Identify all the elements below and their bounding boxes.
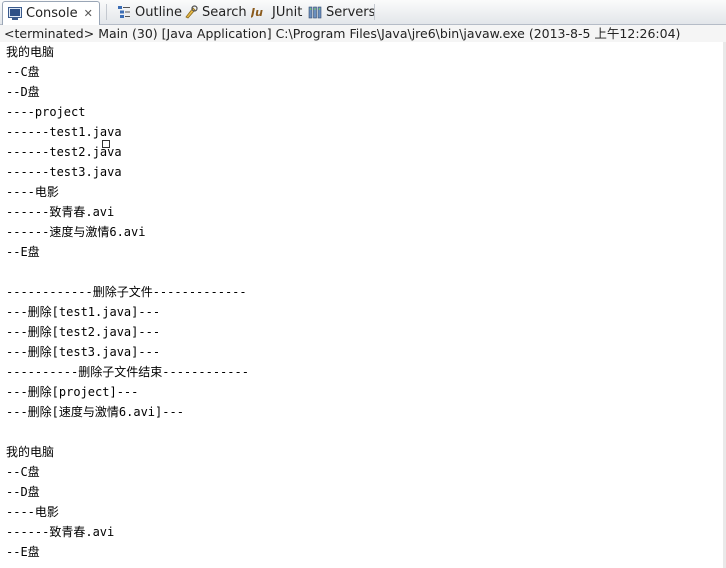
console-line: --C盘	[6, 465, 40, 479]
tab-servers-label: Servers	[326, 4, 376, 20]
tab-outline[interactable]: Outline	[112, 1, 182, 23]
console-line: ------致青春.avi	[6, 525, 115, 539]
console-line: --E盘	[6, 545, 40, 559]
junit-icon: Ju	[251, 4, 269, 20]
servers-icon	[307, 4, 323, 20]
console-line: ------速度与激情6.avi	[6, 225, 146, 239]
console-line: ---删除[project]---	[6, 385, 139, 399]
tab-search[interactable]: Search	[179, 1, 247, 23]
console-icon	[7, 6, 23, 22]
console-line: 我的电脑	[6, 445, 55, 459]
console-line: ------------删除子文件-------------	[6, 285, 247, 299]
console-line: ---删除[test2.java]---	[6, 325, 161, 339]
console-line: 我的电脑	[6, 45, 55, 59]
svg-text:Ju: Ju	[251, 6, 263, 19]
console-line: ---删除[test1.java]---	[6, 305, 161, 319]
console-line: ----------删除子文件结束------------	[6, 365, 249, 379]
mouse-cursor-icon	[102, 140, 110, 148]
console-line: ---删除[test3.java]---	[6, 345, 161, 359]
search-icon	[183, 4, 199, 20]
tab-junit-label: JUnit	[272, 4, 303, 20]
console-status-line: <terminated> Main (30) [Java Application…	[0, 25, 726, 43]
tab-junit[interactable]: Ju JUnit	[247, 1, 302, 23]
tab-console-label: Console	[26, 6, 78, 21]
tab-search-label: Search	[202, 4, 247, 20]
console-line: --D盘	[6, 485, 40, 499]
close-icon[interactable]: ✕	[84, 7, 93, 20]
console-line: ------致青春.avi	[6, 205, 115, 219]
tab-console[interactable]: Console ✕	[2, 1, 100, 25]
console-line: ----电影	[6, 505, 59, 519]
console-line: --D盘	[6, 85, 40, 99]
view-tab-bar: Console ✕ Outline Search Ju JUnit Server…	[0, 0, 726, 25]
outline-icon	[116, 4, 132, 20]
console-line: --C盘	[6, 65, 40, 79]
console-line: ---删除[速度与激情6.avi]---	[6, 405, 184, 419]
console-line: ----电影	[6, 185, 59, 199]
console-output[interactable]: 我的电脑 --C盘 --D盘 ----project ------test1.j…	[0, 42, 726, 568]
tab-outline-label: Outline	[135, 4, 183, 20]
console-line: ------test1.java	[6, 125, 122, 139]
console-line: ------test3.java	[6, 165, 122, 179]
console-line: ----project	[6, 105, 86, 119]
tab-servers[interactable]: Servers	[303, 1, 375, 23]
console-line: --E盘	[6, 245, 40, 259]
